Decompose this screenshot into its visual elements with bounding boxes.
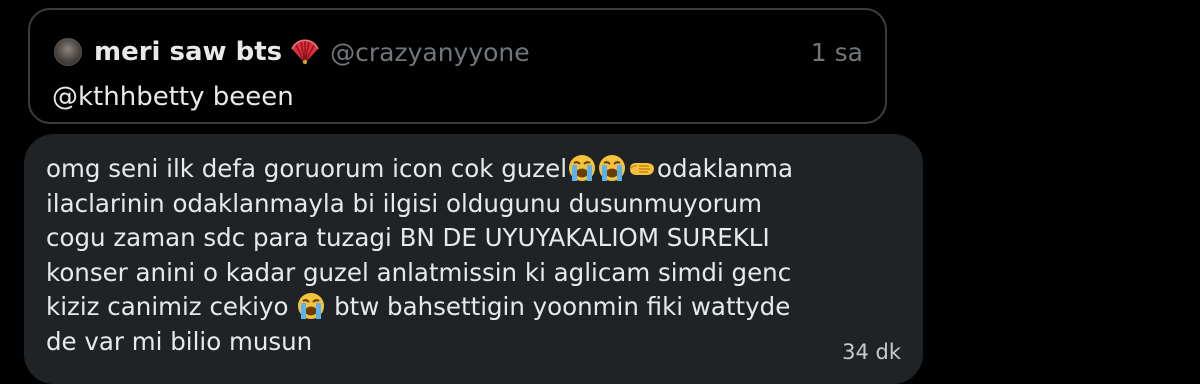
user-handle[interactable]: @crazyanyyone [330, 38, 530, 67]
message-line: omg seni ilk defa goruorum icon cok guze… [46, 152, 793, 187]
message-line: ilaclarinin odaklanmayla bi ilgisi oldug… [46, 188, 763, 218]
quoted-tweet-text: @kthhbetty beeen [52, 82, 294, 112]
message-timestamp: 34 dk [842, 340, 901, 364]
message-bubble[interactable]: omg seni ilk defa goruorum icon cok guze… [24, 134, 923, 384]
loudly-crying-face-icon [567, 153, 597, 183]
quoted-tweet-card[interactable]: meri saw bts @crazyanyyone 1 sa @kthhbet… [28, 8, 887, 124]
message-line: cogu zaman sdc para tuzagi BN DE UYUYAKA… [46, 223, 770, 252]
message-line: konser anini o kadar guzel anlatmissin k… [46, 257, 792, 287]
message-line-text: omg seni ilk defa goruorum icon cok guze… [46, 154, 568, 183]
avatar[interactable] [54, 38, 82, 66]
message-line-text: kiziz canimiz cekiyo [46, 292, 289, 321]
leftwards-pushing-hand-icon [627, 153, 657, 183]
message-line: kiziz canimiz cekiyo btw bahsettigin yoo… [46, 290, 793, 325]
loudly-crying-face-icon [296, 291, 326, 321]
message-line-text: odaklanma [657, 154, 794, 183]
message-line: de var mi bilio musun [46, 326, 313, 356]
display-name[interactable]: meri saw bts [94, 37, 282, 67]
loudly-crying-face-icon [597, 153, 627, 183]
message-text: omg seni ilk defa goruorum icon cok guze… [46, 152, 793, 359]
quoted-tweet-header: meri saw bts @crazyanyyone 1 sa [54, 32, 863, 72]
tweet-timestamp[interactable]: 1 sa [811, 38, 863, 67]
message-line-text: btw bahsettigin yoonmin fiki wattyde [326, 292, 791, 321]
folding-hand-fan-icon [290, 39, 320, 65]
